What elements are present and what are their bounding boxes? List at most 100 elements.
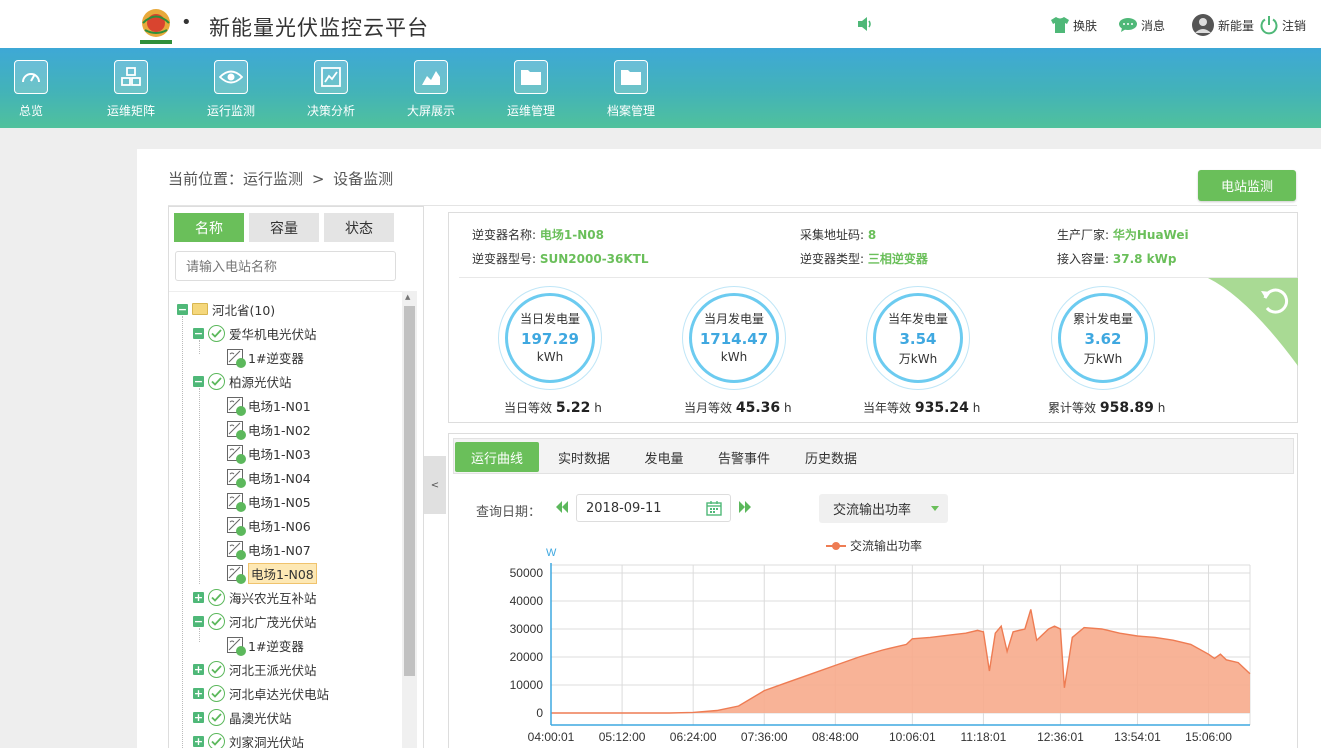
logout-label: 注销	[1282, 18, 1307, 33]
x-tick-label: 08:48:00	[812, 730, 859, 744]
series-area	[551, 609, 1250, 713]
refresh-icon[interactable]	[1208, 278, 1298, 366]
field-label: 逆变器名称:	[472, 228, 537, 242]
eq-label: 累计等效	[1048, 401, 1097, 415]
tree-station-node[interactable]: + 海兴农光互补站	[193, 586, 317, 608]
tree-station-node[interactable]: − 柏源光伏站	[193, 370, 292, 392]
nav-label: 档案管理	[606, 104, 655, 118]
expand-icon[interactable]: +	[193, 591, 204, 603]
inverter-icon	[227, 493, 246, 512]
nav-label: 运维管理	[506, 104, 555, 118]
tree-inverter-node[interactable]: 电场1-N05	[227, 490, 311, 512]
station-tree: − 河北省(10) − 爱华机电光伏站 1#逆变器 − 柏源光伏站 电场1-N01 电场1-N0…	[169, 291, 405, 748]
nav-label: 总览	[18, 104, 43, 118]
inverter-type-value: 三相逆变器	[867, 252, 928, 266]
tree-inverter-node[interactable]: 电场1-N06	[227, 514, 311, 536]
tree-station-node[interactable]: − 河北广茂光伏站	[193, 610, 317, 632]
gauge-unit: 万kWh	[1083, 352, 1123, 366]
calendar-icon[interactable]	[706, 500, 722, 516]
y-tick-label: 40000	[510, 594, 544, 608]
previous-day-icon[interactable]	[555, 500, 569, 514]
inverter-name-field: 逆变器名称: 电场1-N08	[472, 226, 604, 243]
inverter-icon	[227, 541, 246, 560]
nav-decision[interactable]: 决策分析	[296, 60, 366, 119]
tree-node-label: 河北王派光伏站	[229, 662, 317, 678]
chevron-down-icon[interactable]	[931, 506, 939, 511]
folder-icon	[521, 70, 541, 85]
gauge-value: 3.54	[899, 330, 937, 348]
company-logo	[140, 9, 172, 44]
tab-name[interactable]: 名称	[174, 213, 244, 242]
expand-icon[interactable]: +	[193, 663, 204, 675]
tree-scrollbar-thumb[interactable]	[404, 306, 415, 676]
tree-station-node[interactable]: + 晶澳光伏站	[193, 706, 292, 728]
inverter-icon	[227, 421, 246, 440]
station-monitor-button[interactable]: 电站监测	[1198, 170, 1296, 201]
nav-overview[interactable]: 总览	[0, 60, 66, 119]
tree-province-node[interactable]: − 河北省(10)	[177, 298, 275, 320]
collapse-panel-button[interactable]: <	[424, 456, 446, 514]
skin-button[interactable]: 换肤	[1050, 14, 1097, 36]
collapse-icon[interactable]: −	[193, 327, 204, 339]
eq-unit: h	[783, 401, 792, 415]
messages-label: 消息	[1141, 18, 1166, 33]
tab-alarm-events[interactable]: 告警事件	[707, 442, 781, 472]
tree-inverter-node[interactable]: 电场1-N08	[227, 562, 317, 584]
expand-icon[interactable]: +	[193, 735, 204, 747]
yearly-equivalent-hours: 当年等效 935.24 h	[863, 399, 980, 416]
gauge-unit: 万kWh	[898, 352, 938, 366]
station-search-input[interactable]	[175, 251, 396, 281]
collapse-icon[interactable]: −	[177, 303, 188, 315]
tab-run-curve[interactable]: 运行曲线	[455, 442, 539, 472]
breadcrumb-level1[interactable]: 运行监测	[243, 170, 303, 188]
tree-inverter-node[interactable]: 电场1-N02	[227, 418, 311, 440]
tree-inverter-node[interactable]: 电场1-N03	[227, 442, 311, 464]
tab-generation[interactable]: 发电量	[634, 442, 694, 472]
user-menu[interactable]: 新能量	[1191, 14, 1254, 36]
chart-icon	[321, 67, 341, 87]
tree-inverter-node[interactable]: 电场1-N07	[227, 538, 311, 560]
next-day-icon[interactable]	[738, 500, 752, 514]
y-tick-label: 50000	[510, 566, 544, 580]
eq-value: 45.36	[735, 400, 781, 416]
logout-button[interactable]: 注销	[1259, 14, 1306, 36]
expand-icon[interactable]: +	[193, 687, 204, 699]
speaker-icon[interactable]	[856, 16, 874, 32]
inverter-icon	[227, 469, 246, 488]
field-label: 生产厂家:	[1057, 228, 1110, 242]
nav-ops-matrix[interactable]: 运维矩阵	[96, 60, 166, 119]
tab-status[interactable]: 状态	[324, 213, 394, 242]
messages-button[interactable]: 消息	[1118, 14, 1165, 36]
nav-monitoring[interactable]: 运行监测	[196, 60, 266, 119]
x-tick-label: 06:24:00	[670, 730, 717, 744]
nav-bigscreen[interactable]: 大屏展示	[396, 60, 466, 119]
inverter-model-value: SUN2000-36KTL	[539, 252, 649, 266]
collect-address-value: 8	[867, 228, 877, 242]
expand-icon[interactable]: +	[193, 711, 204, 723]
inverter-icon	[227, 517, 246, 536]
collapse-icon[interactable]: −	[193, 615, 204, 627]
tab-realtime-data[interactable]: 实时数据	[547, 442, 621, 472]
tree-inverter-node[interactable]: 1#逆变器	[227, 346, 304, 368]
tree-station-node[interactable]: − 爱华机电光伏站	[193, 322, 317, 344]
manufacturer-value: 华为HuaWei	[1112, 228, 1189, 242]
tree-inverter-node[interactable]: 1#逆变器	[227, 634, 304, 656]
inverter-icon	[227, 397, 246, 416]
tab-history-data[interactable]: 历史数据	[794, 442, 868, 472]
tree-connector	[199, 340, 200, 354]
inverter-icon	[227, 445, 246, 464]
eq-value: 935.24	[914, 400, 969, 416]
collapse-icon[interactable]: −	[193, 375, 204, 387]
tree-station-node[interactable]: + 河北王派光伏站	[193, 658, 317, 680]
x-tick-label: 11:18:01	[961, 730, 1007, 744]
tree-inverter-node[interactable]: 电场1-N04	[227, 466, 311, 488]
metric-select[interactable]: 交流输出功率	[819, 494, 948, 523]
scroll-up-icon[interactable]: ▲	[405, 293, 410, 301]
nav-ops-management[interactable]: 运维管理	[496, 60, 566, 119]
nav-archive[interactable]: 档案管理	[596, 60, 666, 119]
tab-capacity[interactable]: 容量	[249, 213, 319, 242]
tree-station-node[interactable]: + 刘家洞光伏站	[193, 730, 304, 748]
tree-inverter-node[interactable]: 电场1-N01	[227, 394, 311, 416]
tree-node-label: 电场1-N03	[248, 446, 311, 462]
tree-station-node[interactable]: + 河北卓达光伏电站	[193, 682, 329, 704]
